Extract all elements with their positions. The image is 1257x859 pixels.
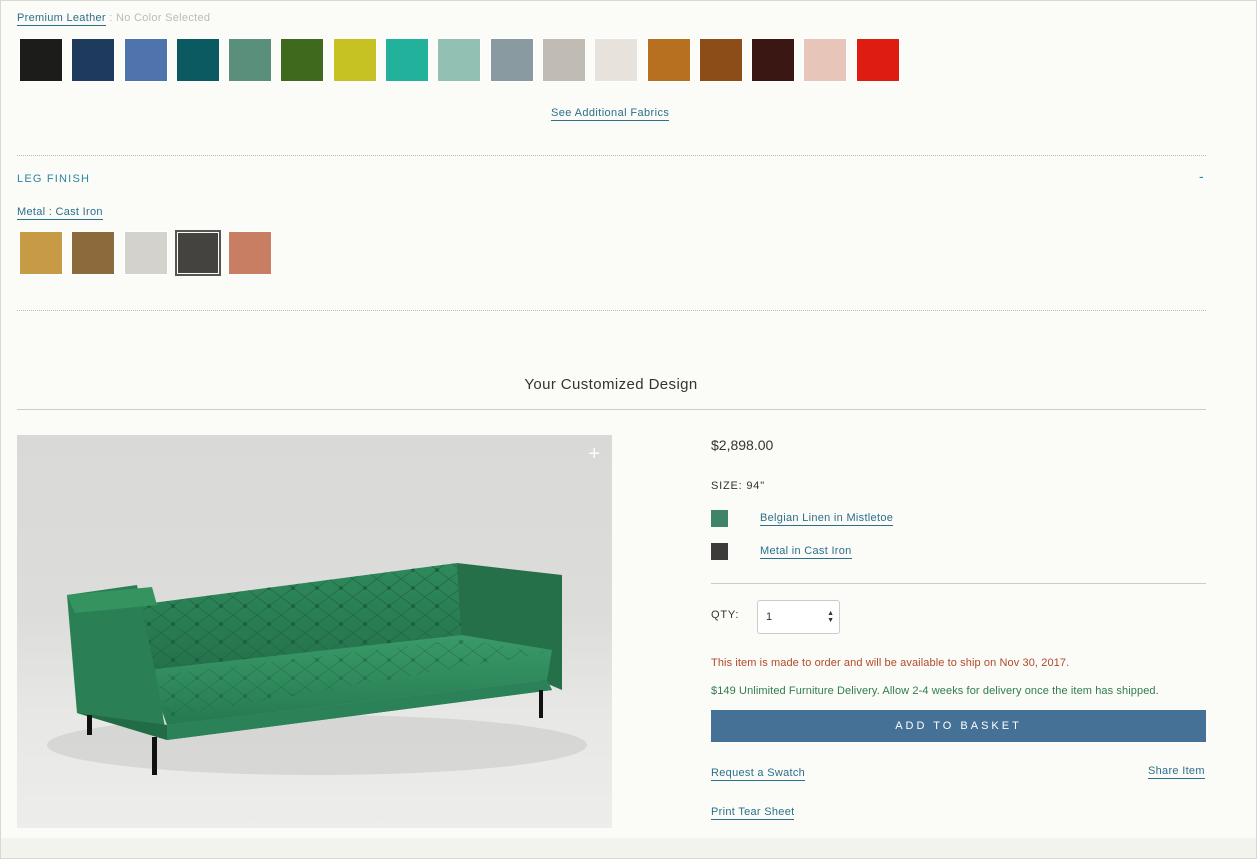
leg-swatch-brass[interactable] bbox=[19, 231, 63, 275]
section-divider bbox=[17, 155, 1206, 156]
option-row-leg: Metal in Cast Iron bbox=[711, 543, 852, 560]
fabric-type-link[interactable]: Premium Leather bbox=[17, 12, 106, 26]
option-row-fabric: Belgian Linen in Mistletoe bbox=[711, 510, 894, 527]
leg-option-link[interactable]: Metal in Cast Iron bbox=[760, 545, 852, 559]
leg-finish-swatch-list bbox=[19, 230, 280, 276]
fabric-label: Premium Leather : No Color Selected bbox=[17, 12, 211, 26]
fabric-swatch-list bbox=[19, 38, 908, 82]
fabric-swatch-cognac[interactable] bbox=[646, 38, 691, 82]
fabric-swatch-teal[interactable] bbox=[175, 38, 220, 82]
share-item-link[interactable]: Share Item bbox=[1148, 765, 1205, 779]
fabric-color-chip bbox=[711, 510, 728, 527]
customized-design-title: Your Customized Design bbox=[524, 376, 698, 393]
qty-select[interactable]: 1 ▲ ▼ bbox=[757, 600, 840, 634]
title-rule bbox=[17, 409, 1206, 410]
fabric-label-separator: : bbox=[105, 12, 116, 24]
leg-swatch-cast-iron[interactable] bbox=[174, 230, 221, 276]
fabric-swatch-turquoise[interactable] bbox=[385, 38, 430, 82]
leg-color-chip bbox=[711, 543, 728, 560]
add-to-basket-button[interactable]: ADD TO BASKET bbox=[711, 710, 1206, 742]
see-additional-fabrics-link[interactable]: See Additional Fabrics bbox=[551, 107, 670, 121]
sofa-illustration bbox=[47, 563, 587, 775]
fabric-swatch-saddle[interactable] bbox=[698, 38, 743, 82]
zoom-plus-icon[interactable]: + bbox=[588, 443, 600, 466]
product-price: $2,898.00 bbox=[711, 437, 774, 453]
qty-label: QTY: bbox=[711, 609, 740, 621]
qty-value: 1 bbox=[766, 611, 773, 623]
leg-finish-selected-link[interactable]: Metal : Cast Iron bbox=[17, 206, 103, 220]
fabric-swatch-navy[interactable] bbox=[71, 38, 116, 82]
fabric-swatch-sage[interactable] bbox=[228, 38, 273, 82]
product-size: SIZE: 94" bbox=[711, 480, 765, 492]
leg-finish-label: Metal : Cast Iron bbox=[17, 206, 103, 220]
options-rule bbox=[711, 583, 1206, 584]
fabric-swatch-oxblood[interactable] bbox=[751, 38, 796, 82]
fabric-swatch-seafoam[interactable] bbox=[437, 38, 482, 82]
fabric-selection-status: No Color Selected bbox=[115, 12, 211, 24]
fabric-option-link[interactable]: Belgian Linen in Mistletoe bbox=[760, 512, 894, 526]
fabric-swatch-periwinkle[interactable] bbox=[123, 38, 168, 82]
collapse-toggle-icon[interactable]: - bbox=[1199, 168, 1204, 184]
leg-swatch-copper[interactable] bbox=[228, 231, 273, 275]
leg-swatch-antique-brass[interactable] bbox=[71, 231, 116, 275]
fabric-swatch-blush[interactable] bbox=[803, 38, 848, 82]
section-divider bbox=[17, 310, 1206, 311]
stepper-arrows-icon[interactable]: ▲ ▼ bbox=[827, 610, 834, 624]
fabric-swatch-chartreuse[interactable] bbox=[332, 38, 377, 82]
fabric-swatch-slate[interactable] bbox=[489, 38, 534, 82]
request-swatch-link[interactable]: Request a Swatch bbox=[711, 767, 806, 781]
fabric-swatch-cream[interactable] bbox=[594, 38, 639, 82]
ship-date-note: This item is made to order and will be a… bbox=[711, 657, 1070, 669]
fabric-swatch-olive[interactable] bbox=[280, 38, 325, 82]
footer-band bbox=[1, 838, 1256, 858]
product-image[interactable]: + bbox=[17, 435, 612, 828]
leg-swatch-silver[interactable] bbox=[123, 231, 168, 275]
print-tear-sheet-link[interactable]: Print Tear Sheet bbox=[711, 806, 795, 820]
delivery-note: $149 Unlimited Furniture Delivery. Allow… bbox=[711, 685, 1159, 697]
fabric-swatch-taupe[interactable] bbox=[541, 38, 586, 82]
leg-finish-title[interactable]: LEG FINISH bbox=[17, 173, 90, 185]
fabric-swatch-red[interactable] bbox=[855, 38, 900, 82]
fabric-swatch-black[interactable] bbox=[19, 38, 63, 82]
